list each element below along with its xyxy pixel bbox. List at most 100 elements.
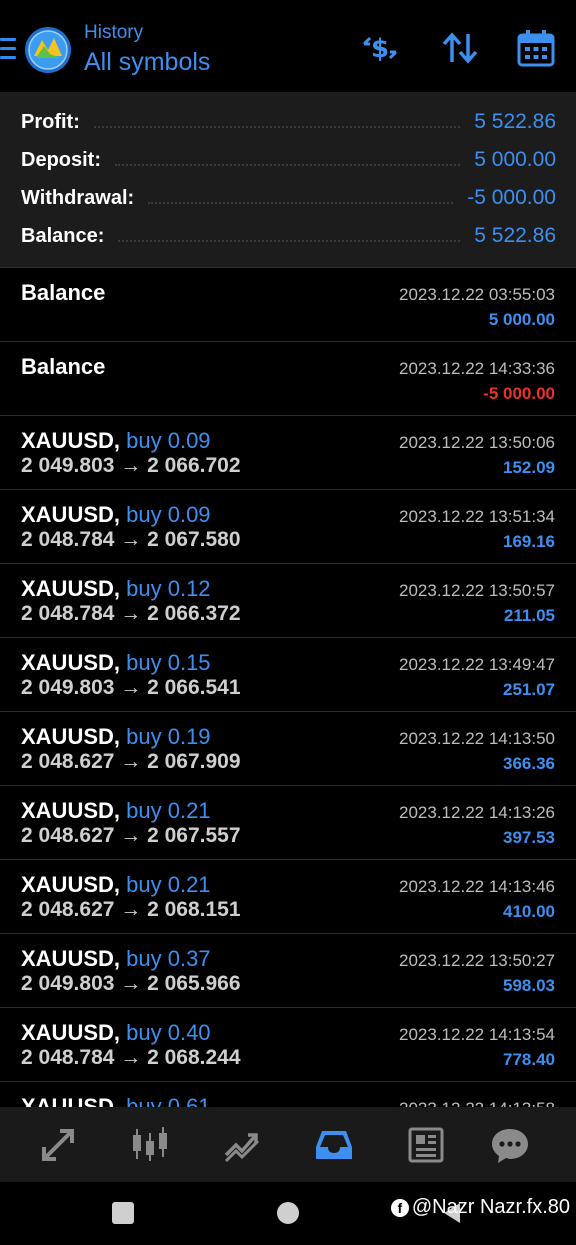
deal-symbol: XAUUSD, <box>21 428 121 453</box>
deal-prices: 2 049.803 → 2 066.541 <box>21 676 241 699</box>
deal-time: 2023.12.22 14:13:26 <box>399 803 555 822</box>
deal-symbol: XAUUSD, <box>21 502 121 527</box>
history-inbox-icon[interactable] <box>314 1125 354 1165</box>
deal-row[interactable]: XAUUSD, buy 0.40 2 048.784 → 2 068.244 2… <box>0 1007 576 1081</box>
deal-prices: 2 048.784 → 2 068.244 <box>21 1046 241 1069</box>
deal-profit: 152.09 <box>503 458 555 477</box>
deal-prices: 2 048.627 → 2 068.151 <box>21 898 241 921</box>
summary-label: Balance: <box>21 224 105 247</box>
deal-symbol: XAUUSD, <box>21 1094 121 1107</box>
deal-title: XAUUSD, buy 0.40 <box>21 1020 211 1046</box>
deal-row[interactable]: XAUUSD, buy 0.12 2 048.784 → 2 066.372 2… <box>0 563 576 637</box>
deal-symbol: XAUUSD, <box>21 946 121 971</box>
header-subtitle: History <box>84 22 144 43</box>
metatrader-logo-icon <box>24 26 72 74</box>
deal-prices: 2 049.803 → 2 066.702 <box>21 454 241 477</box>
calendar-icon[interactable] <box>516 28 556 68</box>
summary-row-withdrawal: Withdrawal: -5 000.00 <box>21 183 556 213</box>
summary-label: Deposit: <box>21 148 101 171</box>
deal-time: 2023.12.22 13:50:06 <box>399 433 555 452</box>
watermark-text: @Nazr Nazr.fx.80 <box>411 1196 570 1218</box>
deal-row[interactable]: Balance 2023.12.22 03:55:03 5 000.00 <box>0 267 576 341</box>
deal-side: buy 0.37 <box>126 946 211 971</box>
deal-title: XAUUSD, buy 0.09 <box>21 502 211 528</box>
news-icon[interactable] <box>406 1125 446 1165</box>
app-header: History All symbols $ <box>0 0 576 92</box>
summary-row-deposit: Deposit: 5 000.00 <box>21 145 556 175</box>
system-nav-bar: f @Nazr Nazr.fx.80 <box>0 1182 576 1245</box>
summary-label: Withdrawal: <box>21 186 135 209</box>
summary-label: Profit: <box>21 110 80 133</box>
deal-prices: 2 048.627 → 2 067.909 <box>21 750 241 773</box>
deal-title: XAUUSD, buy 0.21 <box>21 798 211 824</box>
home-button[interactable] <box>277 1202 299 1224</box>
deal-profit: 778.40 <box>503 1050 555 1069</box>
chat-icon[interactable] <box>490 1125 530 1165</box>
summary-panel: Profit: 5 522.86 Deposit: 5 000.00 Withd… <box>0 92 576 267</box>
deal-time: 2023.12.22 14:13:46 <box>399 877 555 896</box>
header-title[interactable]: All symbols <box>84 48 210 77</box>
menu-icon[interactable] <box>0 38 16 60</box>
deal-title: XAUUSD, buy 0.12 <box>21 576 211 602</box>
chart-candles-icon[interactable] <box>130 1125 170 1165</box>
dotted-leader <box>148 202 454 204</box>
deal-time: 2023.12.22 03:55:03 <box>399 285 555 304</box>
bottom-nav <box>0 1107 576 1182</box>
deal-row[interactable]: XAUUSD, buy 0.09 2 048.784 → 2 067.580 2… <box>0 489 576 563</box>
deal-time: 2023.12.22 14:13:50 <box>399 729 555 748</box>
deal-side: buy 0.21 <box>126 872 211 897</box>
watermark: f @Nazr Nazr.fx.80 <box>390 1196 570 1219</box>
deal-side: buy 0.15 <box>126 650 211 675</box>
deal-side: buy 0.09 <box>126 428 211 453</box>
dotted-leader <box>115 164 461 166</box>
deal-title: XAUUSD, buy 0.09 <box>21 428 211 454</box>
deal-prices: 2 048.784 → 2 066.372 <box>21 602 241 625</box>
deal-time: 2023.12.22 14:13:58 <box>399 1099 555 1107</box>
deal-row[interactable]: XAUUSD, buy 0.19 2 048.627 → 2 067.909 2… <box>0 711 576 785</box>
deal-profit: 211.05 <box>503 606 555 625</box>
deals-list[interactable]: Balance 2023.12.22 03:55:03 5 000.00 Bal… <box>0 267 576 1107</box>
deal-time: 2023.12.22 13:50:57 <box>399 581 555 600</box>
summary-value: 5 522.86 <box>474 224 556 247</box>
deal-symbol: XAUUSD, <box>21 798 121 823</box>
deal-prices: 2 049.803 → 2 065.966 <box>21 972 241 995</box>
deal-time: 2023.12.22 14:13:54 <box>399 1025 555 1044</box>
deal-time: 2023.12.22 13:50:27 <box>399 951 555 970</box>
quotes-icon[interactable] <box>38 1125 78 1165</box>
deal-profit: 5 000.00 <box>488 310 555 329</box>
recents-button[interactable] <box>112 1202 134 1224</box>
deal-side: buy 0.19 <box>126 724 211 749</box>
sort-icon[interactable] <box>440 28 480 68</box>
deal-title: XAUUSD, buy 0.15 <box>21 650 211 676</box>
deal-row[interactable]: XAUUSD, buy 0.37 2 049.803 → 2 065.966 2… <box>0 933 576 1007</box>
deal-title: Balance <box>21 354 105 380</box>
deal-profit: 169.16 <box>503 532 555 551</box>
deal-side: buy 0.40 <box>126 1020 211 1045</box>
summary-value: 5 000.00 <box>474 148 556 171</box>
deal-side: buy 0.09 <box>126 502 211 527</box>
summary-value: 5 522.86 <box>474 110 556 133</box>
deal-profit: 598.03 <box>503 976 555 995</box>
deal-row[interactable]: Balance 2023.12.22 14:33:36 -5 000.00 <box>0 341 576 415</box>
deal-prices: 2 048.784 → 2 067.580 <box>21 528 241 551</box>
deal-row[interactable]: XAUUSD, buy 0.61 2023.12.22 14:13:58 <box>0 1081 576 1107</box>
trade-icon[interactable] <box>222 1125 262 1165</box>
summary-row-balance: Balance: 5 522.86 <box>21 221 556 251</box>
deal-row[interactable]: XAUUSD, buy 0.21 2 048.627 → 2 068.151 2… <box>0 859 576 933</box>
deal-title: XAUUSD, buy 0.19 <box>21 724 211 750</box>
deal-time: 2023.12.22 13:51:34 <box>399 507 555 526</box>
deal-profit: 251.07 <box>503 680 555 699</box>
deal-symbol: XAUUSD, <box>21 872 121 897</box>
deal-time: 2023.12.22 13:49:47 <box>399 655 555 674</box>
deposit-withdraw-icon[interactable]: $ <box>360 28 400 68</box>
svg-text:$: $ <box>371 34 389 64</box>
deal-row[interactable]: XAUUSD, buy 0.21 2 048.627 → 2 067.557 2… <box>0 785 576 859</box>
deal-symbol: XAUUSD, <box>21 576 121 601</box>
summary-value: -5 000.00 <box>467 186 556 209</box>
deal-row[interactable]: XAUUSD, buy 0.09 2 049.803 → 2 066.702 2… <box>0 415 576 489</box>
dotted-leader <box>93 126 461 128</box>
deal-title: Balance <box>21 280 105 306</box>
deal-profit: 366.36 <box>503 754 555 773</box>
deal-title: XAUUSD, buy 0.61 <box>21 1094 211 1107</box>
deal-row[interactable]: XAUUSD, buy 0.15 2 049.803 → 2 066.541 2… <box>0 637 576 711</box>
